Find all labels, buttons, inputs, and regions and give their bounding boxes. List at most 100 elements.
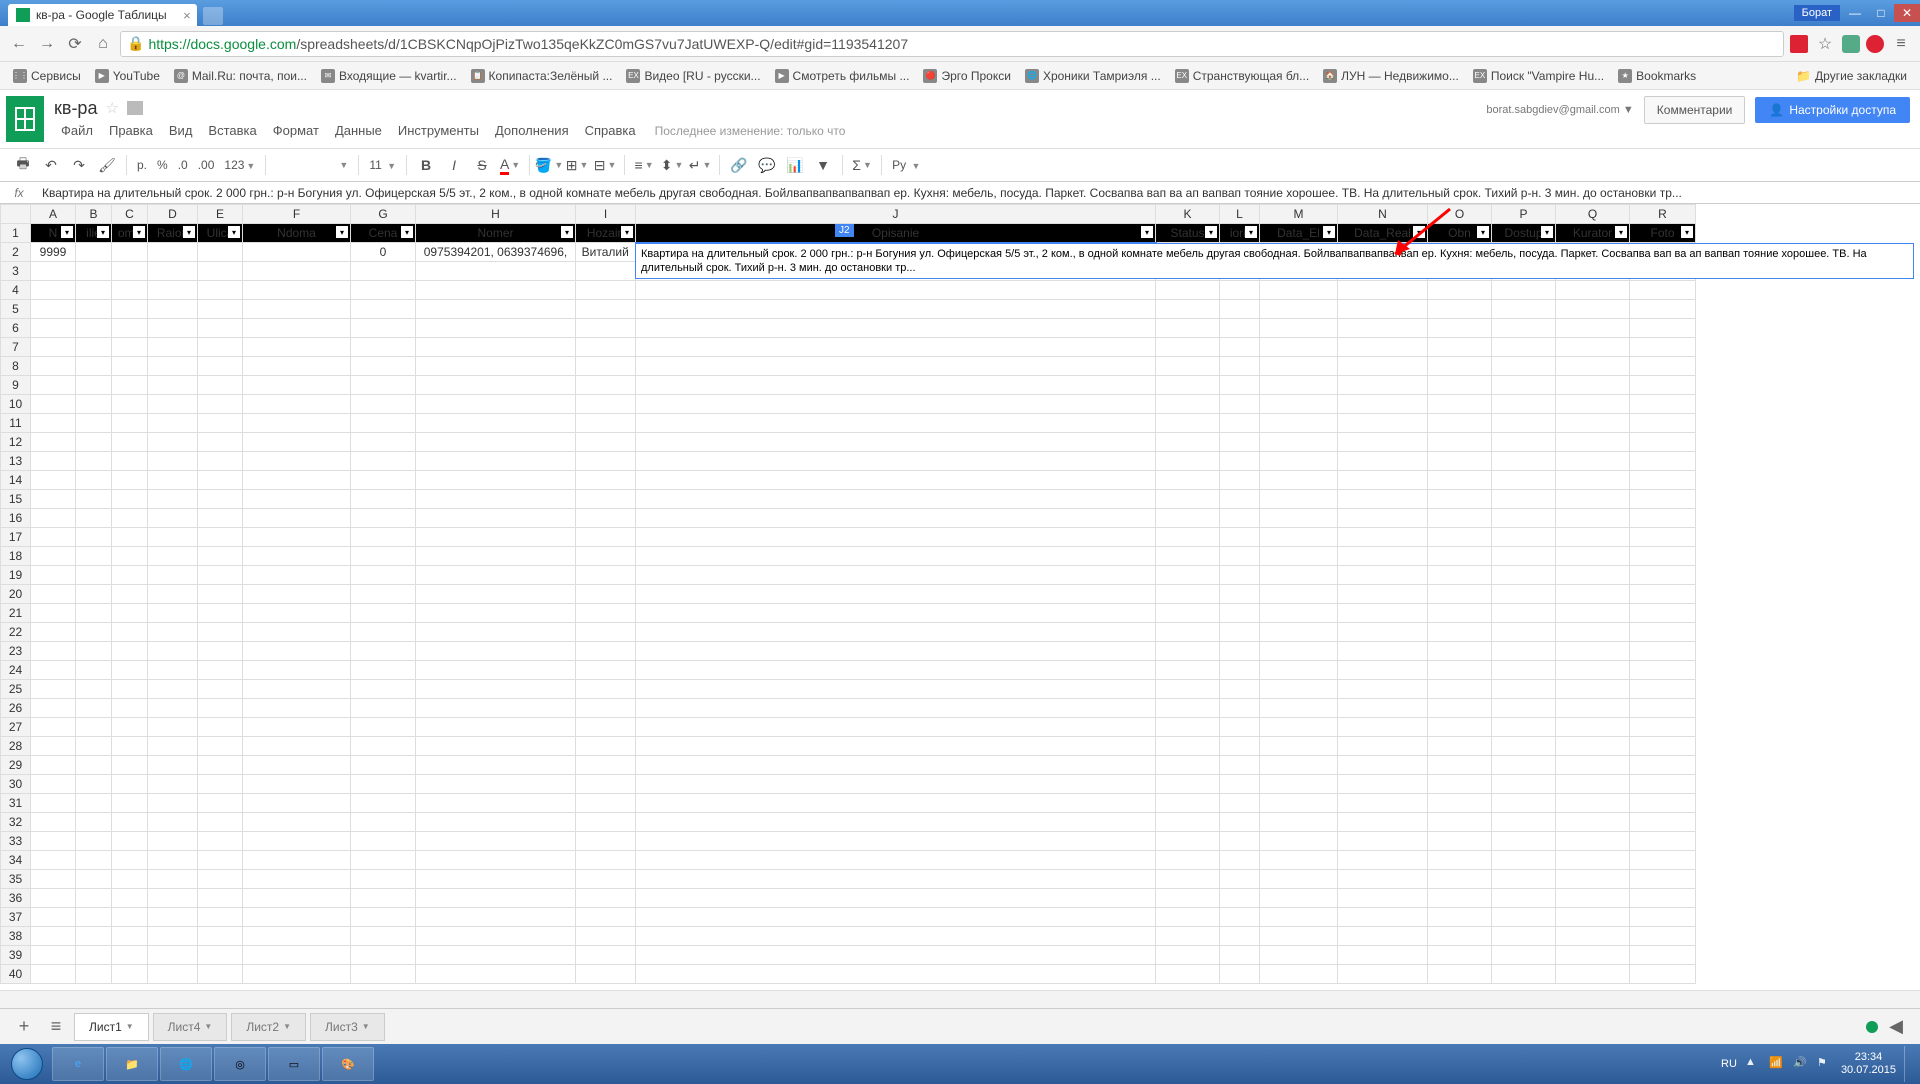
cell[interactable]	[1260, 832, 1338, 851]
cell[interactable]	[1156, 813, 1220, 832]
cell[interactable]	[31, 395, 76, 414]
cell[interactable]	[243, 756, 351, 775]
show-desktop-button[interactable]	[1904, 1046, 1912, 1082]
cell[interactable]	[198, 281, 243, 300]
cell[interactable]	[76, 490, 112, 509]
cell[interactable]	[1260, 433, 1338, 452]
cell[interactable]	[148, 414, 198, 433]
decrease-decimal-button[interactable]: .0	[174, 158, 192, 172]
col-header[interactable]: I	[576, 205, 636, 224]
close-window-button[interactable]: ✕	[1894, 4, 1920, 22]
cell[interactable]	[1156, 395, 1220, 414]
cell[interactable]	[351, 395, 416, 414]
cell[interactable]	[76, 338, 112, 357]
sheet-tab[interactable]: Лист1 ▼	[74, 1013, 149, 1041]
cell[interactable]	[31, 737, 76, 756]
cell[interactable]	[416, 300, 576, 319]
cell[interactable]	[636, 889, 1156, 908]
cell[interactable]	[1220, 794, 1260, 813]
cell[interactable]	[636, 490, 1156, 509]
row-header[interactable]: 36	[1, 889, 31, 908]
col-header[interactable]: F	[243, 205, 351, 224]
cell[interactable]	[1492, 281, 1556, 300]
cell[interactable]	[351, 718, 416, 737]
cell[interactable]	[1556, 509, 1630, 528]
bookmark-item[interactable]: ▶Смотреть фильмы ...	[770, 67, 915, 85]
cell[interactable]	[31, 908, 76, 927]
cell[interactable]	[636, 395, 1156, 414]
cell[interactable]	[1556, 642, 1630, 661]
cell[interactable]	[198, 775, 243, 794]
cell[interactable]	[112, 376, 148, 395]
cell[interactable]	[198, 528, 243, 547]
horizontal-scrollbar[interactable]	[0, 990, 1920, 1008]
cell[interactable]	[1338, 718, 1428, 737]
fill-color-button[interactable]: 🪣▼	[536, 152, 562, 178]
cell[interactable]	[636, 376, 1156, 395]
row-header[interactable]: 6	[1, 319, 31, 338]
cell[interactable]	[198, 756, 243, 775]
cell[interactable]	[198, 566, 243, 585]
cell[interactable]	[1556, 452, 1630, 471]
row-header[interactable]: 12	[1, 433, 31, 452]
redo-button[interactable]: ↷	[66, 152, 92, 178]
cell[interactable]	[1428, 528, 1492, 547]
cell[interactable]	[1556, 604, 1630, 623]
cell[interactable]	[198, 319, 243, 338]
cell[interactable]	[76, 414, 112, 433]
cell[interactable]	[112, 813, 148, 832]
cell[interactable]	[416, 699, 576, 718]
strikethrough-button[interactable]: S	[469, 152, 495, 178]
cell[interactable]	[1428, 870, 1492, 889]
cell[interactable]	[1156, 357, 1220, 376]
cell[interactable]	[416, 661, 576, 680]
cell[interactable]	[1556, 471, 1630, 490]
new-tab-button[interactable]	[203, 7, 223, 25]
cell[interactable]	[636, 471, 1156, 490]
cell[interactable]	[1492, 566, 1556, 585]
cell[interactable]	[636, 756, 1156, 775]
cell[interactable]	[351, 851, 416, 870]
cell[interactable]	[76, 851, 112, 870]
cell[interactable]	[1556, 851, 1630, 870]
filter-header[interactable]: Obn▾	[1428, 224, 1492, 243]
tray-flag-icon[interactable]: ▲	[1745, 1056, 1761, 1072]
row-header[interactable]: 5	[1, 300, 31, 319]
cell[interactable]	[576, 452, 636, 471]
cell[interactable]	[416, 490, 576, 509]
cell[interactable]	[243, 566, 351, 585]
cell[interactable]	[243, 718, 351, 737]
cell[interactable]	[1220, 566, 1260, 585]
adblock-icon[interactable]	[1866, 35, 1884, 53]
cell[interactable]	[243, 243, 351, 262]
cell[interactable]	[76, 395, 112, 414]
cell[interactable]	[1260, 680, 1338, 699]
cell[interactable]	[198, 965, 243, 984]
cell[interactable]	[1630, 585, 1696, 604]
cell[interactable]	[1156, 965, 1220, 984]
cell[interactable]	[76, 452, 112, 471]
cell[interactable]	[351, 604, 416, 623]
cell[interactable]	[636, 794, 1156, 813]
cell[interactable]	[636, 528, 1156, 547]
cell[interactable]	[76, 300, 112, 319]
cell[interactable]	[112, 794, 148, 813]
cell[interactable]	[1260, 642, 1338, 661]
taskbar-explorer[interactable]: 📁	[106, 1047, 158, 1081]
cell[interactable]	[351, 414, 416, 433]
cell[interactable]	[112, 965, 148, 984]
cell[interactable]	[576, 623, 636, 642]
cell[interactable]	[76, 357, 112, 376]
cell[interactable]	[576, 851, 636, 870]
cell[interactable]	[1156, 794, 1220, 813]
cell[interactable]	[416, 908, 576, 927]
cell[interactable]	[198, 243, 243, 262]
cell[interactable]	[1492, 452, 1556, 471]
cell[interactable]	[243, 490, 351, 509]
cell[interactable]	[636, 642, 1156, 661]
cell[interactable]	[351, 965, 416, 984]
cell[interactable]	[1630, 908, 1696, 927]
cell[interactable]	[1492, 661, 1556, 680]
col-header[interactable]: K	[1156, 205, 1220, 224]
bookmark-item[interactable]: 🏠ЛУН — Недвижимо...	[1318, 67, 1464, 85]
